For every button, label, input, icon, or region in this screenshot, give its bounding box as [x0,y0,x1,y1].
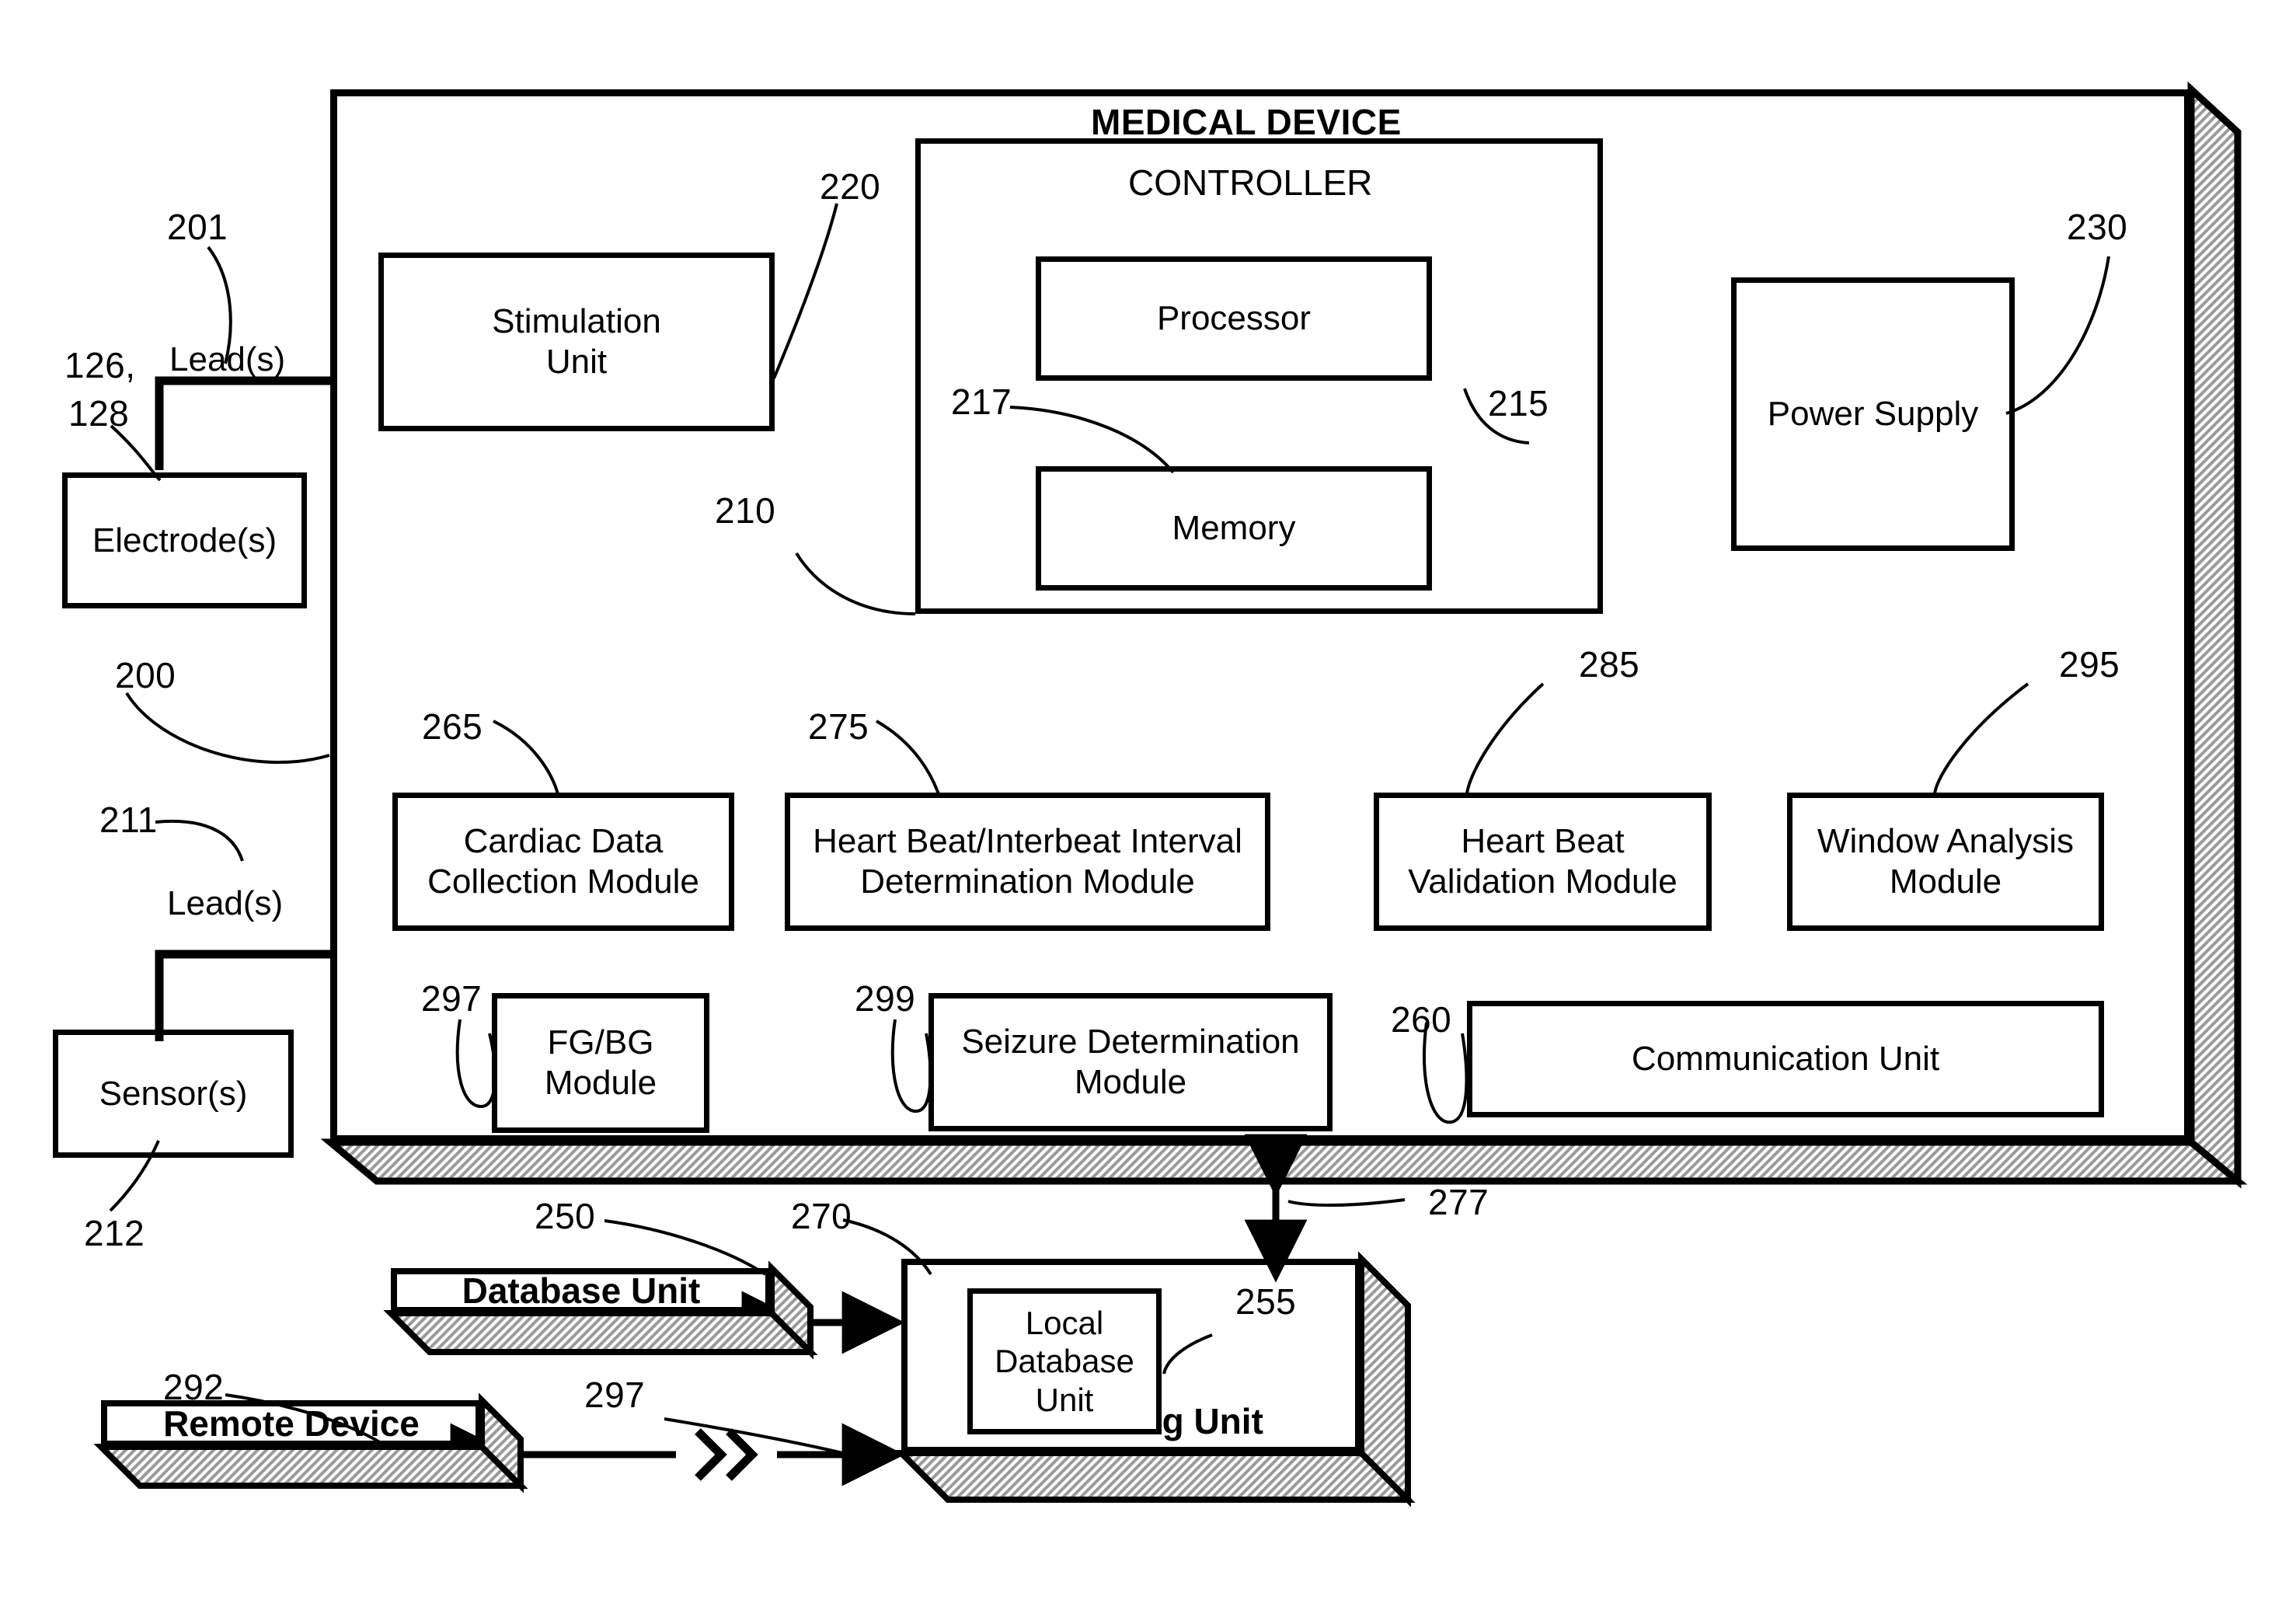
power-supply-label: Power Supply [1767,395,1979,434]
heartbeat-interbeat-determination-module-label-line1: Heart Beat/Interbeat Interval [813,822,1242,861]
window-analysis-module-label-line1: Window Analysis [1817,822,2075,861]
window-analysis-module-label-line2: Module [1889,863,2002,901]
fg-bg-module-block: FG/BG Module [492,993,709,1133]
memory-block: Memory [1036,466,1432,591]
fg-bg-module-label-line2: Module [544,1064,657,1102]
electrodes-block: Electrode(s) [62,472,307,608]
local-database-unit-label-line1: Local [1025,1304,1104,1341]
ref-270: 270 [791,1196,852,1236]
ref-297-module: 297 [421,978,483,1019]
controller-title: CONTROLLER [1128,162,1373,203]
ref-212: 212 [84,1213,145,1253]
processor-block: Processor [1036,256,1432,381]
ref-285: 285 [1579,644,1640,685]
cardiac-data-collection-module-block: Cardiac Data Collection Module [392,793,734,931]
processor-label: Processor [1156,299,1312,338]
fg-bg-module-label-line1: FG/BG [547,1023,654,1062]
remote-device-block: Remote Device [101,1400,482,1447]
ref-265: 265 [422,706,483,747]
database-unit-face: Database Unit [391,1268,772,1313]
heartbeat-interbeat-determination-module-label-line2: Determination Module [860,863,1195,901]
database-unit-label: Database Unit [462,1270,701,1311]
medical-device-title: MEDICAL DEVICE [1091,102,1402,142]
lead-top-label: Lead(s) [169,340,286,378]
ref-230: 230 [2067,207,2128,247]
ref-126-128-line2: 128 [68,393,130,434]
local-database-unit-block: Local Database Unit [967,1288,1162,1434]
heartbeat-validation-module-label-line1: Heart Beat [1461,822,1625,861]
sensors-block: Sensor(s) [53,1030,294,1158]
ref-250: 250 [535,1196,596,1236]
communication-unit-block: Communication Unit [1467,1001,2104,1117]
ref-215: 215 [1488,383,1549,423]
patent-figure-canvas: MEDICAL DEVICE 201 Lead(s) 126, 128 200 … [0,0,2275,1624]
ref-217: 217 [951,382,1012,422]
ref-260: 260 [1391,999,1452,1040]
ref-295: 295 [2059,644,2120,685]
ref-255: 255 [1235,1281,1297,1322]
sensors-label: Sensor(s) [99,1074,248,1113]
ref-220: 220 [820,166,881,207]
memory-label: Memory [1172,509,1296,548]
seizure-determination-module-label-line2: Module [1074,1063,1187,1101]
communication-unit-label: Communication Unit [1631,1040,1940,1079]
heartbeat-validation-module-block: Heart Beat Validation Module [1374,793,1712,931]
ref-210: 210 [715,490,776,531]
seizure-determination-module-block: Seizure Determination Module [928,993,1333,1131]
wireless-break-chevrons-icon [695,1428,758,1481]
local-database-unit-label-line2: Database [995,1343,1134,1380]
ref-275: 275 [808,706,869,747]
stimulation-unit-block: Stimulation Unit [378,253,775,431]
remote-device-label: Remote Device [163,1403,420,1444]
lead-bottom-label: Lead(s) [167,884,284,922]
heartbeat-interbeat-determination-module-block: Heart Beat/Interbeat Interval Determinat… [785,793,1270,931]
ref-211: 211 [99,800,158,840]
cardiac-data-collection-module-label-line1: Cardiac Data [463,822,664,861]
ref-126-128-line1: 126, [64,345,136,385]
local-database-unit-label-line3: Unit [1035,1381,1094,1418]
window-analysis-module-block: Window Analysis Module [1787,793,2104,931]
electrodes-label: Electrode(s) [92,521,277,559]
cardiac-data-collection-module-label-line2: Collection Module [427,863,699,901]
stimulation-unit-label-line2: Unit [545,343,608,381]
remote-device-face: Remote Device [101,1400,482,1447]
ref-201: 201 [167,207,228,247]
heartbeat-validation-module-label-line2: Validation Module [1408,863,1678,901]
database-unit-block: Database Unit [391,1268,772,1313]
stimulation-unit-label-line1: Stimulation [492,302,661,341]
power-supply-block: Power Supply [1731,277,2015,551]
ref-277: 277 [1428,1182,1489,1222]
ref-200: 200 [115,655,176,695]
ref-299: 299 [855,978,916,1019]
ref-297-link: 297 [584,1375,646,1415]
seizure-determination-module-label-line1: Seizure Determination [961,1023,1300,1061]
